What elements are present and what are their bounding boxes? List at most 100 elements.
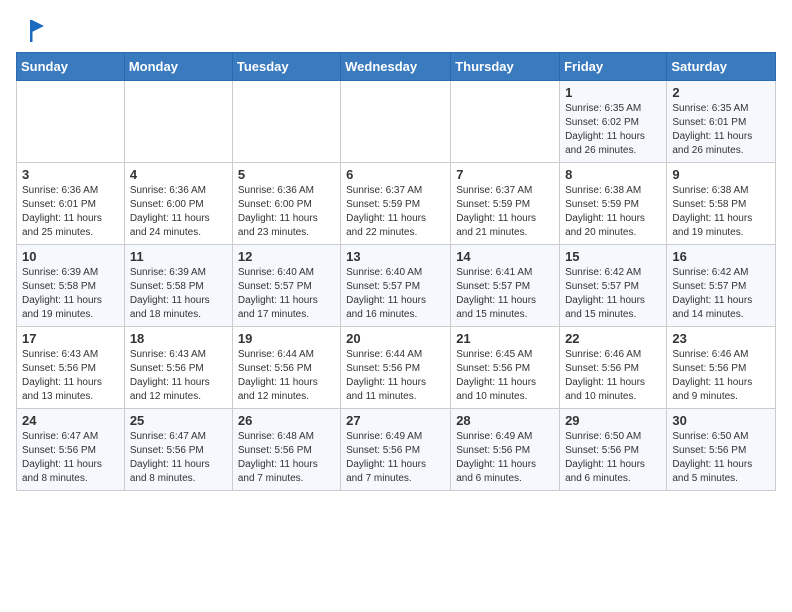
day-cell: 3 Sunrise: 6:36 AM Sunset: 6:01 PM Daylig… bbox=[17, 163, 125, 245]
day-number: 7 bbox=[456, 167, 554, 182]
day-cell: 28 Sunrise: 6:49 AM Sunset: 5:56 PM Dayli… bbox=[451, 409, 560, 491]
logo-icon bbox=[18, 16, 46, 44]
week-row-4: 17 Sunrise: 6:43 AM Sunset: 5:56 PM Dayli… bbox=[17, 327, 776, 409]
day-cell: 7 Sunrise: 6:37 AM Sunset: 5:59 PM Daylig… bbox=[451, 163, 560, 245]
day-info: Sunrise: 6:35 AM Sunset: 6:01 PM Dayligh… bbox=[672, 102, 770, 158]
header-thursday: Thursday bbox=[451, 53, 560, 81]
week-row-2: 3 Sunrise: 6:36 AM Sunset: 6:01 PM Daylig… bbox=[17, 163, 776, 245]
day-info: Sunrise: 6:40 AM Sunset: 5:57 PM Dayligh… bbox=[346, 266, 445, 322]
week-row-1: 1 Sunrise: 6:35 AM Sunset: 6:02 PM Daylig… bbox=[17, 81, 776, 163]
day-number: 21 bbox=[456, 331, 554, 346]
day-cell bbox=[451, 81, 560, 163]
day-cell: 13 Sunrise: 6:40 AM Sunset: 5:57 PM Dayli… bbox=[341, 245, 451, 327]
day-info: Sunrise: 6:45 AM Sunset: 5:56 PM Dayligh… bbox=[456, 348, 554, 404]
day-cell: 27 Sunrise: 6:49 AM Sunset: 5:56 PM Dayli… bbox=[341, 409, 451, 491]
day-number: 1 bbox=[565, 85, 661, 100]
day-number: 23 bbox=[672, 331, 770, 346]
day-info: Sunrise: 6:43 AM Sunset: 5:56 PM Dayligh… bbox=[22, 348, 119, 404]
day-cell: 21 Sunrise: 6:45 AM Sunset: 5:56 PM Dayli… bbox=[451, 327, 560, 409]
day-cell: 15 Sunrise: 6:42 AM Sunset: 5:57 PM Dayli… bbox=[560, 245, 667, 327]
day-cell: 1 Sunrise: 6:35 AM Sunset: 6:02 PM Daylig… bbox=[560, 81, 667, 163]
day-info: Sunrise: 6:37 AM Sunset: 5:59 PM Dayligh… bbox=[346, 184, 445, 240]
day-info: Sunrise: 6:42 AM Sunset: 5:57 PM Dayligh… bbox=[672, 266, 770, 322]
calendar-table: SundayMondayTuesdayWednesdayThursdayFrid… bbox=[16, 52, 776, 491]
day-info: Sunrise: 6:39 AM Sunset: 5:58 PM Dayligh… bbox=[22, 266, 119, 322]
day-cell: 11 Sunrise: 6:39 AM Sunset: 5:58 PM Dayli… bbox=[124, 245, 232, 327]
day-cell bbox=[232, 81, 340, 163]
header-tuesday: Tuesday bbox=[232, 53, 340, 81]
week-row-5: 24 Sunrise: 6:47 AM Sunset: 5:56 PM Dayli… bbox=[17, 409, 776, 491]
day-info: Sunrise: 6:49 AM Sunset: 5:56 PM Dayligh… bbox=[456, 430, 554, 486]
day-number: 15 bbox=[565, 249, 661, 264]
day-info: Sunrise: 6:42 AM Sunset: 5:57 PM Dayligh… bbox=[565, 266, 661, 322]
day-info: Sunrise: 6:38 AM Sunset: 5:58 PM Dayligh… bbox=[672, 184, 770, 240]
day-cell: 2 Sunrise: 6:35 AM Sunset: 6:01 PM Daylig… bbox=[667, 81, 776, 163]
day-info: Sunrise: 6:50 AM Sunset: 5:56 PM Dayligh… bbox=[672, 430, 770, 486]
day-cell: 26 Sunrise: 6:48 AM Sunset: 5:56 PM Dayli… bbox=[232, 409, 340, 491]
day-number: 27 bbox=[346, 413, 445, 428]
day-cell bbox=[341, 81, 451, 163]
day-info: Sunrise: 6:44 AM Sunset: 5:56 PM Dayligh… bbox=[346, 348, 445, 404]
day-cell: 30Sunrise: 6:50 AM Sunset: 5:56 PM Dayli… bbox=[667, 409, 776, 491]
day-info: Sunrise: 6:44 AM Sunset: 5:56 PM Dayligh… bbox=[238, 348, 335, 404]
header-wednesday: Wednesday bbox=[341, 53, 451, 81]
day-cell: 19 Sunrise: 6:44 AM Sunset: 5:56 PM Dayli… bbox=[232, 327, 340, 409]
day-number: 29 bbox=[565, 413, 661, 428]
week-row-3: 10 Sunrise: 6:39 AM Sunset: 5:58 PM Dayli… bbox=[17, 245, 776, 327]
day-number: 16 bbox=[672, 249, 770, 264]
day-info: Sunrise: 6:36 AM Sunset: 6:01 PM Dayligh… bbox=[22, 184, 119, 240]
day-cell: 23 Sunrise: 6:46 AM Sunset: 5:56 PM Dayli… bbox=[667, 327, 776, 409]
day-info: Sunrise: 6:36 AM Sunset: 6:00 PM Dayligh… bbox=[238, 184, 335, 240]
day-cell: 9 Sunrise: 6:38 AM Sunset: 5:58 PM Daylig… bbox=[667, 163, 776, 245]
day-number: 5 bbox=[238, 167, 335, 182]
day-info: Sunrise: 6:36 AM Sunset: 6:00 PM Dayligh… bbox=[130, 184, 227, 240]
day-number: 4 bbox=[130, 167, 227, 182]
day-info: Sunrise: 6:39 AM Sunset: 5:58 PM Dayligh… bbox=[130, 266, 227, 322]
day-number: 26 bbox=[238, 413, 335, 428]
day-cell: 14 Sunrise: 6:41 AM Sunset: 5:57 PM Dayli… bbox=[451, 245, 560, 327]
day-number: 20 bbox=[346, 331, 445, 346]
day-number: 25 bbox=[130, 413, 227, 428]
day-cell: 12Sunrise: 6:40 AM Sunset: 5:57 PM Dayli… bbox=[232, 245, 340, 327]
day-cell: 17 Sunrise: 6:43 AM Sunset: 5:56 PM Dayli… bbox=[17, 327, 125, 409]
day-cell bbox=[17, 81, 125, 163]
day-cell: 16 Sunrise: 6:42 AM Sunset: 5:57 PM Dayli… bbox=[667, 245, 776, 327]
day-number: 9 bbox=[672, 167, 770, 182]
day-cell bbox=[124, 81, 232, 163]
day-number: 22 bbox=[565, 331, 661, 346]
day-number: 17 bbox=[22, 331, 119, 346]
day-info: Sunrise: 6:35 AM Sunset: 6:02 PM Dayligh… bbox=[565, 102, 661, 158]
page-header bbox=[16, 16, 776, 44]
day-number: 24 bbox=[22, 413, 119, 428]
day-number: 2 bbox=[672, 85, 770, 100]
header-monday: Monday bbox=[124, 53, 232, 81]
day-number: 11 bbox=[130, 249, 227, 264]
day-number: 14 bbox=[456, 249, 554, 264]
logo bbox=[16, 16, 46, 44]
day-cell: 5 Sunrise: 6:36 AM Sunset: 6:00 PM Daylig… bbox=[232, 163, 340, 245]
day-number: 10 bbox=[22, 249, 119, 264]
header-saturday: Saturday bbox=[667, 53, 776, 81]
day-info: Sunrise: 6:50 AM Sunset: 5:56 PM Dayligh… bbox=[565, 430, 661, 486]
day-info: Sunrise: 6:47 AM Sunset: 5:56 PM Dayligh… bbox=[130, 430, 227, 486]
day-cell: 20 Sunrise: 6:44 AM Sunset: 5:56 PM Dayli… bbox=[341, 327, 451, 409]
header-sunday: Sunday bbox=[17, 53, 125, 81]
day-number: 19 bbox=[238, 331, 335, 346]
day-info: Sunrise: 6:41 AM Sunset: 5:57 PM Dayligh… bbox=[456, 266, 554, 322]
day-number: 12 bbox=[238, 249, 335, 264]
day-info: Sunrise: 6:43 AM Sunset: 5:56 PM Dayligh… bbox=[130, 348, 227, 404]
day-info: Sunrise: 6:37 AM Sunset: 5:59 PM Dayligh… bbox=[456, 184, 554, 240]
day-number: 28 bbox=[456, 413, 554, 428]
day-number: 3 bbox=[22, 167, 119, 182]
day-cell: 22 Sunrise: 6:46 AM Sunset: 5:56 PM Dayli… bbox=[560, 327, 667, 409]
day-number: 8 bbox=[565, 167, 661, 182]
calendar-header-row: SundayMondayTuesdayWednesdayThursdayFrid… bbox=[17, 53, 776, 81]
day-info: Sunrise: 6:49 AM Sunset: 5:56 PM Dayligh… bbox=[346, 430, 445, 486]
day-number: 13 bbox=[346, 249, 445, 264]
day-info: Sunrise: 6:48 AM Sunset: 5:56 PM Dayligh… bbox=[238, 430, 335, 486]
header-friday: Friday bbox=[560, 53, 667, 81]
day-cell: 4 Sunrise: 6:36 AM Sunset: 6:00 PM Daylig… bbox=[124, 163, 232, 245]
day-info: Sunrise: 6:46 AM Sunset: 5:56 PM Dayligh… bbox=[565, 348, 661, 404]
day-info: Sunrise: 6:46 AM Sunset: 5:56 PM Dayligh… bbox=[672, 348, 770, 404]
day-cell: 10 Sunrise: 6:39 AM Sunset: 5:58 PM Dayli… bbox=[17, 245, 125, 327]
